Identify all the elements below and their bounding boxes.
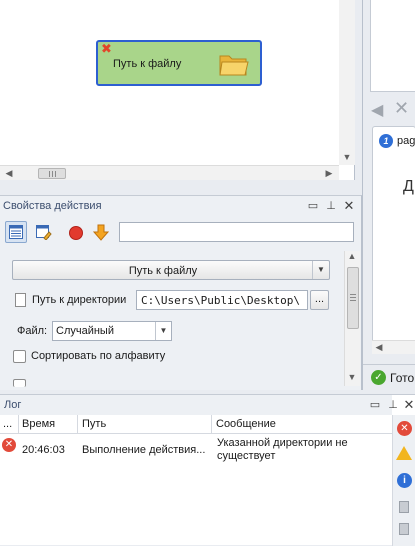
status-text: Гото	[390, 371, 415, 385]
log-filter-bar: ✕ i	[392, 415, 415, 546]
properties-toolbar	[0, 218, 362, 246]
log-table-header: ... Время Путь Сообщение	[0, 415, 392, 434]
browser-panel: ◀ ✕ 1 pag Д ◀ ✓ Гото	[362, 0, 415, 390]
browser-content: Д	[372, 154, 415, 340]
check-icon: ✓	[371, 370, 386, 385]
edit-view-button[interactable]	[32, 221, 54, 243]
action-type-value: Путь к файлу	[128, 265, 198, 277]
page-heading: Д	[403, 178, 414, 195]
close-icon[interactable]: ✕	[402, 397, 415, 413]
grid-view-button[interactable]	[5, 221, 27, 243]
browser-nav-bar: ◀ ✕	[363, 98, 415, 124]
scroll-up-arrow-icon[interactable]: ▲	[345, 249, 359, 264]
record-button[interactable]	[64, 221, 86, 243]
step-down-icon	[93, 224, 109, 241]
scroll-left-arrow-icon[interactable]: ◀	[2, 166, 16, 181]
scroll-thumb[interactable]	[38, 168, 66, 179]
pin-icon[interactable]: ⊥	[386, 398, 400, 411]
step-down-button[interactable]	[89, 221, 111, 243]
table-row[interactable]: ✕ 20:46:03 Выполнение действия... Указан…	[0, 435, 392, 465]
minimize-icon[interactable]: ▭	[306, 199, 320, 212]
status-bar: ✓ Гото	[363, 364, 415, 390]
document-icon	[15, 293, 26, 307]
site-logo-icon: 1	[379, 134, 393, 148]
pin-icon[interactable]: ⊥	[324, 199, 338, 212]
scroll-down-arrow-icon[interactable]: ▼	[340, 150, 354, 165]
panel-title: Свойства действия	[3, 200, 102, 212]
properties-body: Путь к файлу ▼ Путь к директории C:\User…	[0, 251, 362, 391]
scroll-left-arrow-icon[interactable]: ◀	[372, 340, 386, 355]
column-header-path[interactable]: Путь	[82, 418, 106, 430]
canvas-vertical-scrollbar[interactable]: ▼	[339, 0, 355, 165]
scroll-thumb[interactable]	[347, 267, 359, 329]
info-filter-icon[interactable]: i	[397, 473, 412, 488]
action-properties-panel: Свойства действия ▭ ⊥ ✕ Путь к файлу ▼ П…	[0, 195, 362, 390]
warning-filter-icon[interactable]	[396, 446, 412, 460]
column-header-time[interactable]: Время	[22, 418, 55, 430]
error-x-icon: ✖	[101, 41, 112, 56]
scroll-down-arrow-icon[interactable]: ▼	[345, 370, 359, 385]
chevron-down-icon[interactable]: ▼	[155, 322, 171, 340]
properties-search-input[interactable]	[119, 222, 354, 242]
file-select[interactable]: Случайный ▼	[52, 321, 172, 341]
device-icon[interactable]	[399, 523, 409, 535]
scroll-right-arrow-icon[interactable]: ▶	[322, 166, 336, 181]
chevron-down-icon[interactable]: ▼	[312, 261, 329, 279]
record-icon	[69, 226, 83, 240]
grid-view-icon	[9, 225, 23, 239]
edit-view-icon	[36, 225, 52, 240]
log-panel: Лог ▭ ⊥ ✕ ... Время Путь Сообщение ✕ 20:…	[0, 394, 415, 546]
column-header-message[interactable]: Сообщение	[216, 418, 276, 430]
action-type-dropdown[interactable]: Путь к файлу ▼	[12, 260, 330, 280]
browse-button[interactable]: ...	[310, 290, 329, 310]
sort-label: Сортировать по алфавиту	[31, 350, 166, 362]
directory-path-input[interactable]: C:\Users\Public\Desktop\	[136, 290, 308, 310]
log-message-line-2: существует	[217, 450, 276, 462]
mobile-icon[interactable]	[399, 501, 409, 513]
next-option-checkbox[interactable]	[13, 379, 26, 387]
file-label: Файл:	[17, 325, 48, 337]
back-arrow-icon[interactable]: ◀	[371, 100, 383, 120]
properties-vertical-scrollbar[interactable]: ▲ ▼	[344, 251, 360, 386]
close-icon[interactable]: ✕	[342, 198, 356, 214]
file-select-value: Случайный	[56, 325, 114, 337]
sort-alphabetically-checkbox[interactable]	[13, 350, 26, 363]
error-icon: ✕	[2, 438, 16, 452]
panel-title: Лог	[4, 399, 22, 411]
log-path: Выполнение действия...	[82, 444, 206, 456]
tab-label: pag	[397, 135, 415, 147]
log-header: Лог ▭ ⊥ ✕	[0, 395, 414, 415]
minimize-icon[interactable]: ▭	[368, 398, 382, 411]
node-label: Путь к файлу	[113, 58, 182, 70]
workflow-node-file-path[interactable]: ✖ Путь к файлу	[96, 40, 262, 86]
browser-horizontal-scrollbar[interactable]: ◀	[372, 340, 415, 354]
folder-icon	[219, 55, 249, 76]
workflow-canvas[interactable]: ✖ Путь к файлу ▼ ◀ ▶	[0, 0, 355, 180]
log-message-line-1: Указанной директории не	[217, 437, 348, 449]
directory-label: Путь к директории	[32, 294, 127, 306]
directory-row: Путь к директории C:\Users\Public\Deskto…	[12, 290, 342, 312]
close-icon[interactable]: ✕	[394, 98, 409, 119]
browser-tab[interactable]: 1 pag	[372, 126, 415, 154]
canvas-horizontal-scrollbar[interactable]: ◀ ▶	[0, 165, 339, 180]
column-header-level[interactable]: ...	[3, 418, 12, 430]
error-filter-icon[interactable]: ✕	[397, 421, 412, 436]
preview-area	[370, 0, 415, 92]
log-time: 20:46:03	[22, 444, 65, 456]
